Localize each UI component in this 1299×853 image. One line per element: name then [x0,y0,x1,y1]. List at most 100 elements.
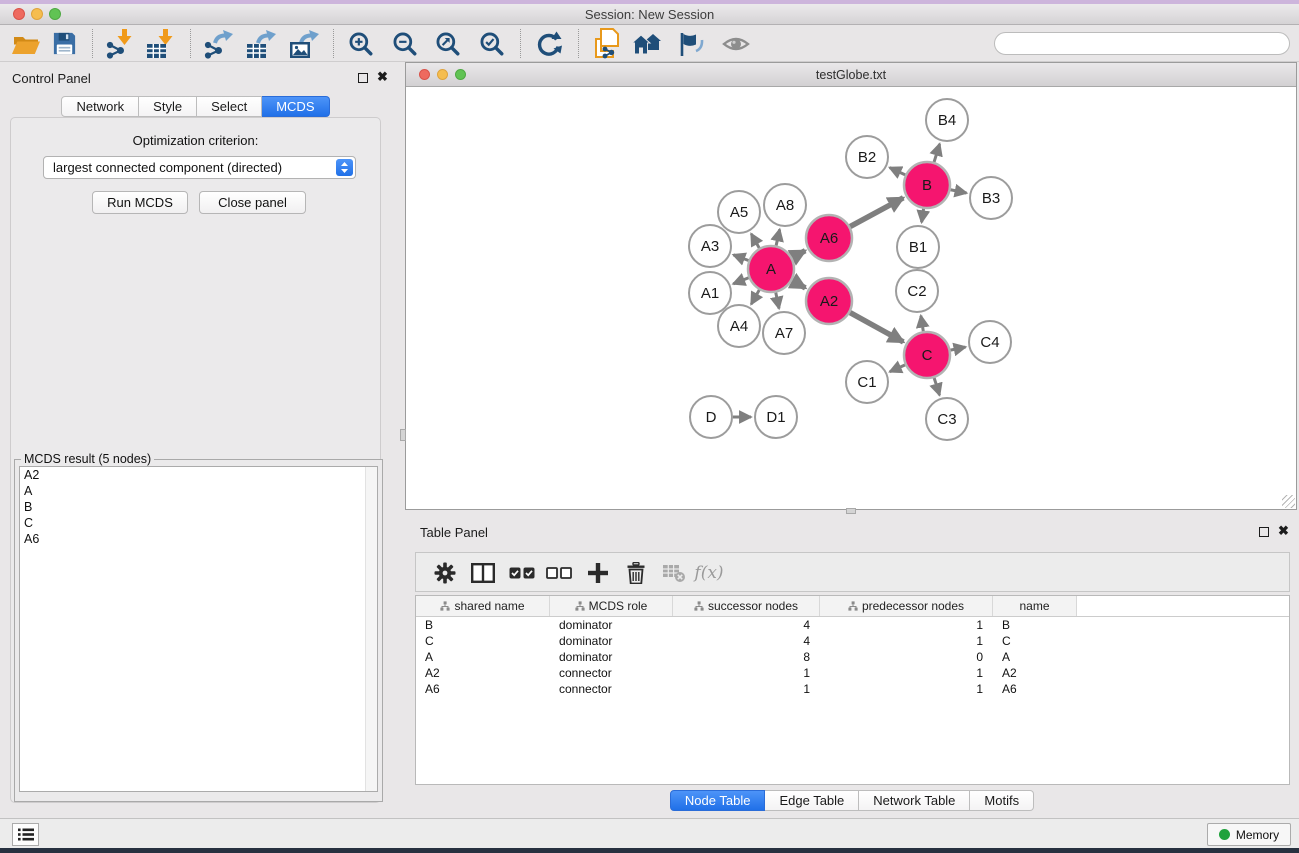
tab-select[interactable]: Select [197,96,262,117]
graph-node-B1[interactable]: B1 [897,226,939,268]
vertical-split-handle[interactable] [400,429,406,441]
table-row[interactable]: Bdominator41B [416,617,1289,633]
graph-edge-C-C3[interactable] [934,378,939,395]
node-table[interactable]: shared nameMCDS rolesuccessor nodesprede… [415,595,1290,785]
graph-edge-B-B2[interactable] [890,168,906,175]
graph-edge-B-B4[interactable] [934,144,940,162]
tab-style[interactable]: Style [139,96,197,117]
import-table-icon[interactable] [141,28,179,59]
table-panel-float-icon[interactable] [1259,527,1269,537]
mcds-result-item[interactable]: C [20,515,377,531]
graph-node-A1[interactable]: A1 [689,272,731,314]
import-network-icon[interactable] [100,28,138,59]
zoom-in-icon[interactable] [342,28,380,59]
graph-edge-B-B3[interactable] [951,190,967,193]
delete-table-icon[interactable] [658,558,690,588]
graph-edge-A-A2[interactable] [792,281,805,288]
table-row[interactable]: A2connector11A2 [416,665,1289,681]
clone-network-icon[interactable] [588,28,626,59]
mcds-result-item[interactable]: A [20,483,377,499]
eye-icon[interactable] [717,28,755,59]
graph-node-B4[interactable]: B4 [926,99,968,141]
graph-edge-A-A8[interactable] [776,229,780,245]
dropdown-stepper-icon[interactable] [336,159,353,176]
mcds-result-item[interactable]: A2 [20,467,377,483]
mcds-result-item[interactable]: A6 [20,531,377,547]
graph-edge-C-C4[interactable] [951,347,966,350]
column-header-name[interactable]: name [993,596,1077,616]
mcds-result-item[interactable]: B [20,499,377,515]
graph-edge-B-B1[interactable] [922,209,924,223]
home-icon[interactable] [628,28,666,59]
column-header-shared-name[interactable]: shared name [416,596,550,616]
graph-edge-A-A7[interactable] [776,293,779,309]
horizontal-split-handle[interactable] [846,508,856,514]
open-session-icon[interactable] [7,28,45,59]
delete-column-trash-icon[interactable] [620,558,652,588]
table-row[interactable]: Adominator80A [416,649,1289,665]
flag-icon[interactable] [671,28,709,59]
graph-node-B2[interactable]: B2 [846,136,888,178]
graph-node-A2[interactable]: A2 [806,278,852,324]
tab-motifs[interactable]: Motifs [970,790,1034,811]
column-header-predecessor-nodes[interactable]: predecessor nodes [820,596,993,616]
table-panel-close-icon[interactable]: ✖ [1278,526,1289,536]
graph-node-C1[interactable]: C1 [846,361,888,403]
mcds-result-list[interactable]: A2ABCA6 [19,466,378,792]
graph-node-C2[interactable]: C2 [896,270,938,312]
mcds-list-scrollbar[interactable] [365,467,377,791]
graph-node-C3[interactable]: C3 [926,398,968,440]
search-input[interactable] [994,32,1290,55]
show-column-panel-icon[interactable] [467,558,499,588]
save-session-icon[interactable] [45,28,83,59]
graph-node-D[interactable]: D [690,396,732,438]
create-column-plus-icon[interactable] [582,558,614,588]
function-builder-icon[interactable]: f(x) [693,558,725,588]
graph-node-B3[interactable]: B3 [970,177,1012,219]
memory-button[interactable]: Memory [1207,823,1291,846]
graph-node-C[interactable]: C [904,332,950,378]
tab-mcds[interactable]: MCDS [262,96,329,117]
tab-edge-table[interactable]: Edge Table [765,790,859,811]
graph-node-A8[interactable]: A8 [764,184,806,226]
graph-edge-A-A5[interactable] [751,234,759,248]
control-panel-float-icon[interactable] [358,73,368,83]
close-panel-button[interactable]: Close panel [199,191,306,214]
table-row[interactable]: Cdominator41C [416,633,1289,649]
table-settings-gear-icon[interactable] [429,558,461,588]
window-resize-grip[interactable] [1282,495,1295,508]
zoom-fit-icon[interactable] [429,28,467,59]
graph-edge-A-A1[interactable] [733,278,748,284]
graph-node-D1[interactable]: D1 [755,396,797,438]
zoom-out-icon[interactable] [386,28,424,59]
unselect-all-columns-icon[interactable] [543,558,575,588]
graph-edge-A-A6[interactable] [792,251,805,258]
graph-node-A7[interactable]: A7 [763,312,805,354]
graph-node-A[interactable]: A [748,246,794,292]
graph-node-A5[interactable]: A5 [718,191,760,233]
graph-node-B[interactable]: B [904,162,950,208]
task-history-list-icon[interactable] [12,823,39,846]
column-header-successor-nodes[interactable]: successor nodes [673,596,820,616]
graph-node-A4[interactable]: A4 [718,305,760,347]
export-image-icon[interactable] [285,28,323,59]
graph-edge-C-C1[interactable] [890,365,905,372]
export-network-icon[interactable] [199,28,237,59]
graph-node-C4[interactable]: C4 [969,321,1011,363]
export-table-icon[interactable] [242,28,280,59]
graph-edge-A-A4[interactable] [751,290,759,304]
graph-edge-C-C2[interactable] [921,316,923,332]
run-mcds-button[interactable]: Run MCDS [92,191,188,214]
network-graph-canvas[interactable]: A A1 A2 A3 A4 A5 A6 A7 A8 B B1 B2 B3B4 C C1 C2 C3C4 D D1 [406,87,1292,509]
graph-edge-A-A3[interactable] [733,255,748,261]
graph-node-A3[interactable]: A3 [689,225,731,267]
criterion-dropdown[interactable]: largest connected component (directed) [43,156,356,179]
tab-network[interactable]: Network [61,96,139,117]
graph-node-A6[interactable]: A6 [806,215,852,261]
tab-network-table[interactable]: Network Table [859,790,970,811]
zoom-selected-icon[interactable] [473,28,511,59]
select-all-columns-icon[interactable] [506,558,538,588]
tab-node-table[interactable]: Node Table [670,790,766,811]
graph-edge-A6-B[interactable] [850,198,903,227]
table-row[interactable]: A6connector11A6 [416,681,1289,697]
